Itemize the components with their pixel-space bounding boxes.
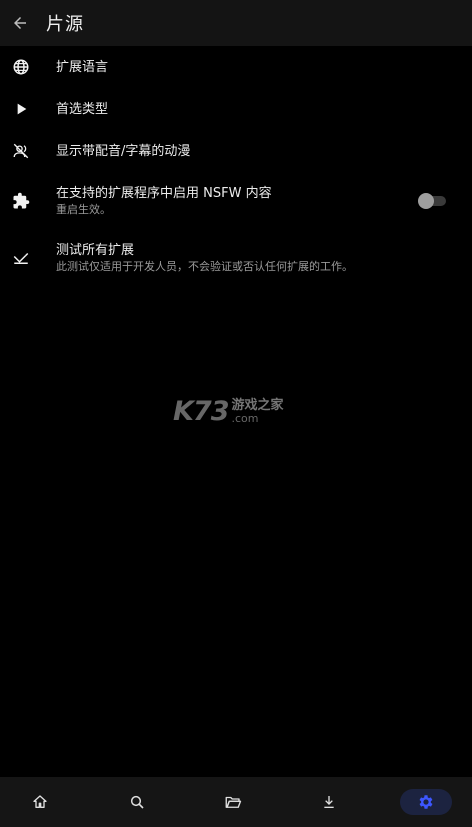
nsfw-toggle[interactable] <box>418 193 446 209</box>
download-icon <box>324 796 334 808</box>
home-icon <box>33 795 47 808</box>
settings-list: 扩展语言 首选类型 显示带配音/字幕的动漫 在支持的扩展程序中启用 NSFW 内… <box>0 46 472 286</box>
setting-dub-sub[interactable]: 显示带配音/字幕的动漫 <box>0 130 472 172</box>
back-button[interactable] <box>0 3 40 43</box>
nav-settings[interactable] <box>396 777 456 827</box>
setting-label: 测试所有扩展 <box>56 243 135 258</box>
watermark-domain: .com <box>231 412 259 425</box>
setting-text: 在支持的扩展程序中启用 NSFW 内容 重启生效。 <box>56 185 422 217</box>
setting-label: 扩展语言 <box>56 59 109 75</box>
puzzle-icon <box>11 191 31 211</box>
setting-summary: 此测试仅适用于开发人员，不会验证或否认任何扩展的工作。 <box>56 260 353 273</box>
voice-off-icon <box>11 141 31 161</box>
toggle-knob <box>418 193 434 209</box>
watermark-cn: 游戏之家 <box>231 398 284 413</box>
nav-downloads[interactable] <box>299 777 359 827</box>
app-bar: 片源 <box>0 0 472 46</box>
setting-text: 扩展语言 <box>56 59 422 76</box>
setting-nsfw[interactable]: 在支持的扩展程序中启用 NSFW 内容 重启生效。 <box>0 172 472 230</box>
gear-icon <box>419 795 433 809</box>
setting-preferred-type[interactable]: 首选类型 <box>0 88 472 130</box>
nav-search[interactable] <box>107 777 167 827</box>
active-indicator <box>400 789 452 815</box>
bottom-navigation <box>0 777 472 827</box>
setting-text: 显示带配音/字幕的动漫 <box>56 143 422 160</box>
test-icon <box>11 248 31 268</box>
setting-test-all[interactable]: 测试所有扩展 此测试仅适用于开发人员，不会验证或否认任何扩展的工作。 <box>0 230 472 286</box>
globe-icon <box>11 57 31 77</box>
setting-text: 测试所有扩展 此测试仅适用于开发人员，不会验证或否认任何扩展的工作。 <box>56 242 422 274</box>
setting-text: 首选类型 <box>56 101 422 118</box>
arrow-left-icon <box>14 17 26 29</box>
setting-label: 在支持的扩展程序中启用 NSFW 内容 <box>56 186 272 201</box>
nav-library[interactable] <box>203 777 263 827</box>
setting-label: 首选类型 <box>56 101 109 117</box>
folder-open-icon <box>225 796 242 808</box>
search-icon <box>130 795 144 809</box>
watermark-logo: K73 <box>173 396 229 427</box>
watermark: K73 游戏之家 .com <box>173 396 284 427</box>
page-title: 片源 <box>46 14 84 35</box>
setting-languages[interactable]: 扩展语言 <box>0 46 472 88</box>
watermark-text: 游戏之家 .com <box>232 398 284 425</box>
setting-label: 显示带配音/字幕的动漫 <box>56 143 191 159</box>
play-icon <box>11 99 31 119</box>
setting-summary: 重启生效。 <box>56 203 111 216</box>
nav-home[interactable] <box>10 777 70 827</box>
